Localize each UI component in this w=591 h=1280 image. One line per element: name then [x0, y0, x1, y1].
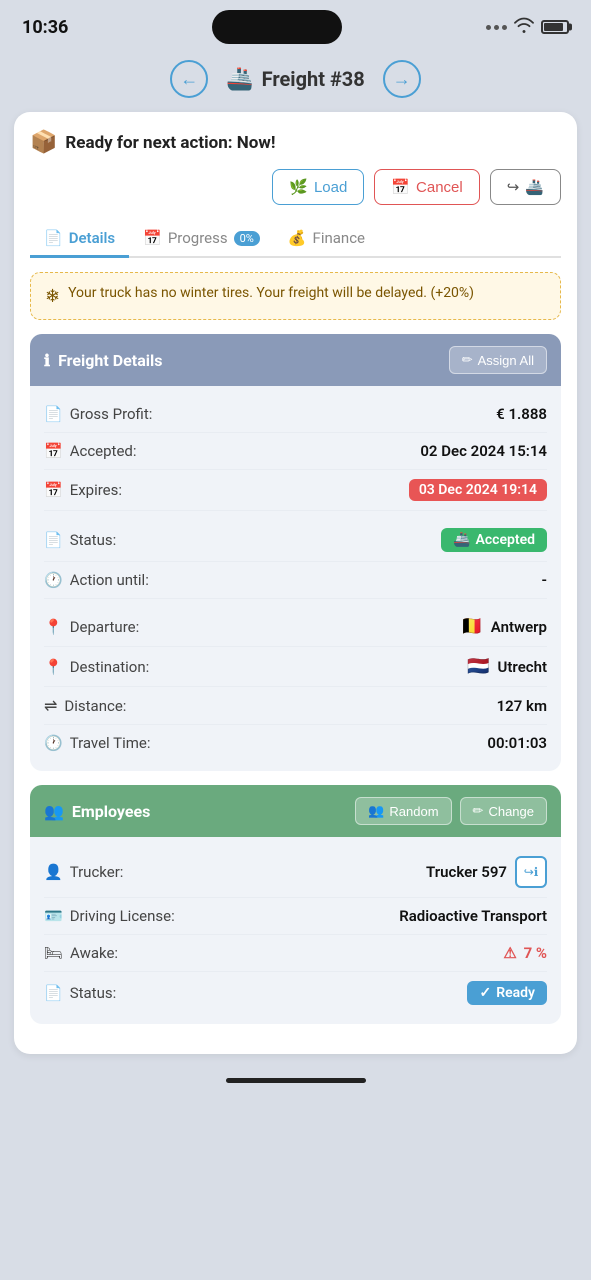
load-icon: 🌿 — [289, 178, 308, 196]
doc-icon: 📄 — [44, 405, 63, 423]
clock-icon-travel: 🕐 — [44, 734, 63, 752]
change-button[interactable]: ✏ Change — [460, 797, 547, 825]
dynamic-island — [212, 10, 342, 44]
employees-section: 👥 Employees 👥 Random ✏ Change 👤 Trucke — [30, 785, 561, 1024]
wifi-icon — [513, 17, 535, 38]
accepted-icon: 🚢 — [453, 532, 470, 548]
ready-banner-icon: 📦 — [30, 130, 57, 155]
action-buttons: 🌿 Load 📅 Cancel ↪ 🚢 — [30, 169, 561, 205]
detail-row-expires: 📅 Expires: 03 Dec 2024 19:14 — [44, 470, 547, 511]
checkmark-icon: ✓ — [479, 985, 491, 1001]
back-button[interactable]: ← — [170, 60, 208, 98]
detail-row-awake: 🛏 Awake: ⚠ 7 % — [44, 935, 547, 972]
distance-icon: ⇌ — [44, 696, 57, 715]
assign-icon: ✏ — [462, 352, 473, 368]
status-bar: 10:36 — [0, 0, 591, 50]
detail-row-status: 📄 Status: 🚢 Accepted — [44, 519, 547, 562]
employees-icon: 👥 — [44, 802, 64, 821]
back-arrow-icon: ← — [180, 69, 198, 90]
license-icon: 🪪 — [44, 907, 63, 925]
transfer-info-icon: ↪ — [524, 865, 534, 879]
trucker-info-button[interactable]: ↪ ℹ — [515, 856, 547, 888]
warning-triangle-icon: ⚠ — [503, 944, 516, 962]
ready-banner: 📦 Ready for next action: Now! — [30, 130, 561, 155]
tabs: 📄 Details 📅 Progress 0% 💰 Finance — [30, 221, 561, 258]
cancel-icon: 📅 — [391, 178, 410, 196]
detail-row-license: 🪪 Driving License: Radioactive Transport — [44, 898, 547, 935]
freight-details-header: ℹ Freight Details ✏ Assign All — [30, 334, 561, 386]
transfer-button[interactable]: ↪ 🚢 — [490, 169, 561, 205]
random-button[interactable]: 👥 Random — [355, 797, 451, 825]
detail-row-destination: 📍 Destination: 🇳🇱 Utrecht — [44, 647, 547, 687]
random-icon: 👥 — [368, 803, 384, 819]
transfer-icon2: 🚢 — [525, 178, 544, 196]
home-bar — [226, 1078, 366, 1083]
detail-row-emp-status: 📄 Status: ✓ Ready — [44, 972, 547, 1014]
ready-status-badge: ✓ Ready — [467, 981, 547, 1005]
detail-row-distance: ⇌ Distance: 127 km — [44, 687, 547, 725]
battery-icon — [541, 20, 569, 34]
employee-detail-rows: 👤 Trucker: Trucker 597 ↪ ℹ 🪪 Driving Lic… — [30, 837, 561, 1024]
detail-row-departure: 📍 Departure: 🇧🇪 Antwerp — [44, 607, 547, 647]
info-circle-icon: ℹ — [534, 865, 539, 879]
freight-detail-rows: 📄 Gross Profit: € 1.888 📅 Accepted: 02 D… — [30, 386, 561, 771]
trucker-icon: 👤 — [44, 863, 63, 881]
status-icons — [486, 17, 569, 38]
forward-arrow-icon: → — [393, 69, 411, 90]
main-card: 📦 Ready for next action: Now! 🌿 Load 📅 C… — [14, 112, 577, 1054]
detail-row-gross-profit: 📄 Gross Profit: € 1.888 — [44, 396, 547, 433]
cal-icon-expires: 📅 — [44, 481, 63, 499]
tab-details[interactable]: 📄 Details — [30, 221, 129, 258]
freight-details-section: ℹ Freight Details ✏ Assign All 📄 Gross P… — [30, 334, 561, 771]
clock-icon: 🕐 — [44, 571, 63, 589]
detail-row-accepted: 📅 Accepted: 02 Dec 2024 15:14 — [44, 433, 547, 470]
cancel-button[interactable]: 📅 Cancel — [374, 169, 479, 205]
transfer-icon: ↪ — [507, 178, 520, 196]
freight-icon: 🚢 — [226, 67, 253, 92]
status-doc-icon: 📄 — [44, 531, 63, 549]
progress-icon: 📅 — [143, 229, 162, 247]
pin-icon-destination: 📍 — [44, 658, 63, 676]
signal-dots — [486, 25, 507, 30]
forward-button[interactable]: → — [383, 60, 421, 98]
snowflake-icon: ❄ — [45, 286, 60, 307]
details-icon: 📄 — [44, 229, 63, 247]
tab-finance[interactable]: 💰 Finance — [274, 221, 379, 258]
status-time: 10:36 — [22, 17, 68, 38]
nav-bar: ← 🚢 Freight #38 → — [0, 50, 591, 112]
detail-row-travel-time: 🕐 Travel Time: 00:01:03 — [44, 725, 547, 761]
tab-progress[interactable]: 📅 Progress 0% — [129, 221, 274, 258]
pin-icon-departure: 📍 — [44, 618, 63, 636]
winter-tires-warning: ❄ Your truck has no winter tires. Your f… — [30, 272, 561, 320]
info-icon: ℹ — [44, 351, 50, 370]
cal-icon-accepted: 📅 — [44, 442, 63, 460]
employees-header: 👥 Employees 👥 Random ✏ Change — [30, 785, 561, 837]
page-title: 🚢 Freight #38 — [226, 67, 365, 92]
netherlands-flag: 🇳🇱 — [467, 656, 489, 677]
emp-status-icon: 📄 — [44, 984, 63, 1002]
detail-row-action-until: 🕐 Action until: - — [44, 562, 547, 599]
change-icon: ✏ — [473, 803, 484, 819]
awake-icon: 🛏 — [44, 944, 63, 962]
belgium-flag: 🇧🇪 — [461, 616, 483, 637]
progress-badge: 0% — [234, 231, 260, 246]
detail-row-trucker: 👤 Trucker: Trucker 597 ↪ ℹ — [44, 847, 547, 898]
assign-all-button[interactable]: ✏ Assign All — [449, 346, 547, 374]
finance-icon: 💰 — [288, 229, 307, 247]
load-button[interactable]: 🌿 Load — [272, 169, 364, 205]
home-indicator — [0, 1068, 591, 1089]
